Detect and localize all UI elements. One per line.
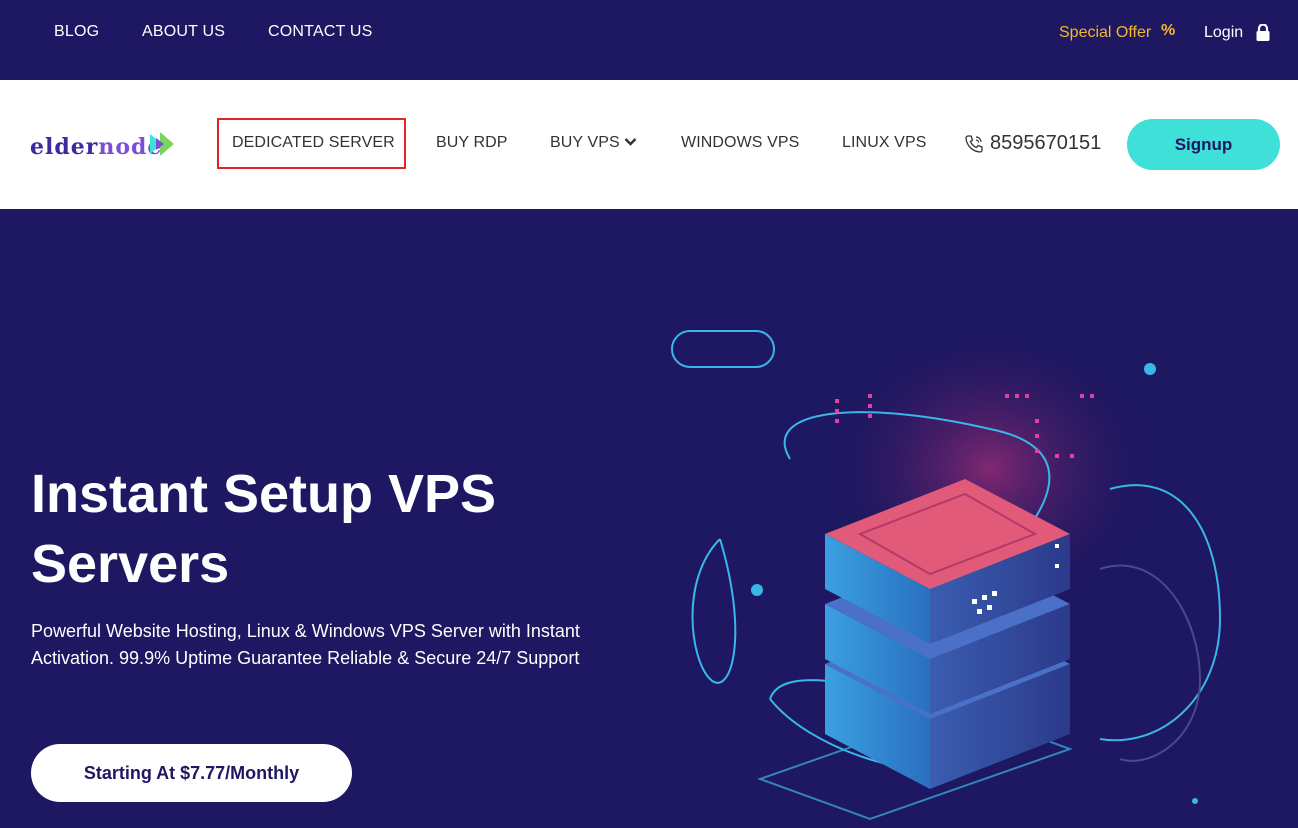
chevron-down-icon bbox=[624, 138, 637, 146]
special-offer-link[interactable]: Special Offer bbox=[1059, 24, 1151, 42]
logo-text-elder: elder bbox=[30, 134, 99, 160]
hero-title: Instant Setup VPS Servers bbox=[31, 459, 591, 599]
hero-title-line-2: Servers bbox=[31, 534, 230, 594]
pricing-cta-button[interactable]: Starting At $7.77/Monthly bbox=[31, 744, 352, 802]
nav-windows-vps[interactable]: WINDOWS VPS bbox=[681, 134, 799, 152]
hero-subtitle-line-2: Activation. 99.9% Uptime Guarantee Relia… bbox=[31, 648, 580, 668]
main-nav: eldernode DEDICATED SERVER BUY RDP BUY V… bbox=[0, 80, 1298, 209]
hero-section: Instant Setup VPS Servers Powerful Websi… bbox=[0, 209, 1298, 828]
hero-subtitle-line-1: Powerful Website Hosting, Linux & Window… bbox=[31, 621, 580, 641]
logo-arrows-icon bbox=[150, 132, 174, 156]
login-link[interactable]: Login bbox=[1204, 24, 1243, 42]
top-bar: BLOG ABOUT US CONTACT US Special Offer %… bbox=[0, 0, 1298, 80]
eldernode-logo[interactable]: eldernode bbox=[30, 130, 180, 162]
phone-number[interactable]: 8595670151 bbox=[990, 132, 1101, 155]
signup-button[interactable]: Signup bbox=[1127, 119, 1280, 170]
phone-icon bbox=[965, 135, 983, 153]
hero-title-line-1: Instant Setup VPS bbox=[31, 464, 497, 524]
percent-icon: % bbox=[1161, 22, 1176, 39]
nav-buy-rdp[interactable]: BUY RDP bbox=[436, 134, 508, 152]
hero-subtitle: Powerful Website Hosting, Linux & Window… bbox=[31, 618, 611, 672]
server-stack-illustration bbox=[671, 330, 1222, 821]
lock-icon bbox=[1256, 24, 1270, 41]
blog-link[interactable]: BLOG bbox=[54, 23, 99, 41]
about-us-link[interactable]: ABOUT US bbox=[142, 23, 225, 41]
nav-buy-vps[interactable]: BUY VPS bbox=[550, 134, 620, 152]
contact-us-link[interactable]: CONTACT US bbox=[268, 23, 373, 41]
nav-linux-vps[interactable]: LINUX VPS bbox=[842, 134, 927, 152]
nav-dedicated-server[interactable]: DEDICATED SERVER bbox=[232, 134, 395, 152]
